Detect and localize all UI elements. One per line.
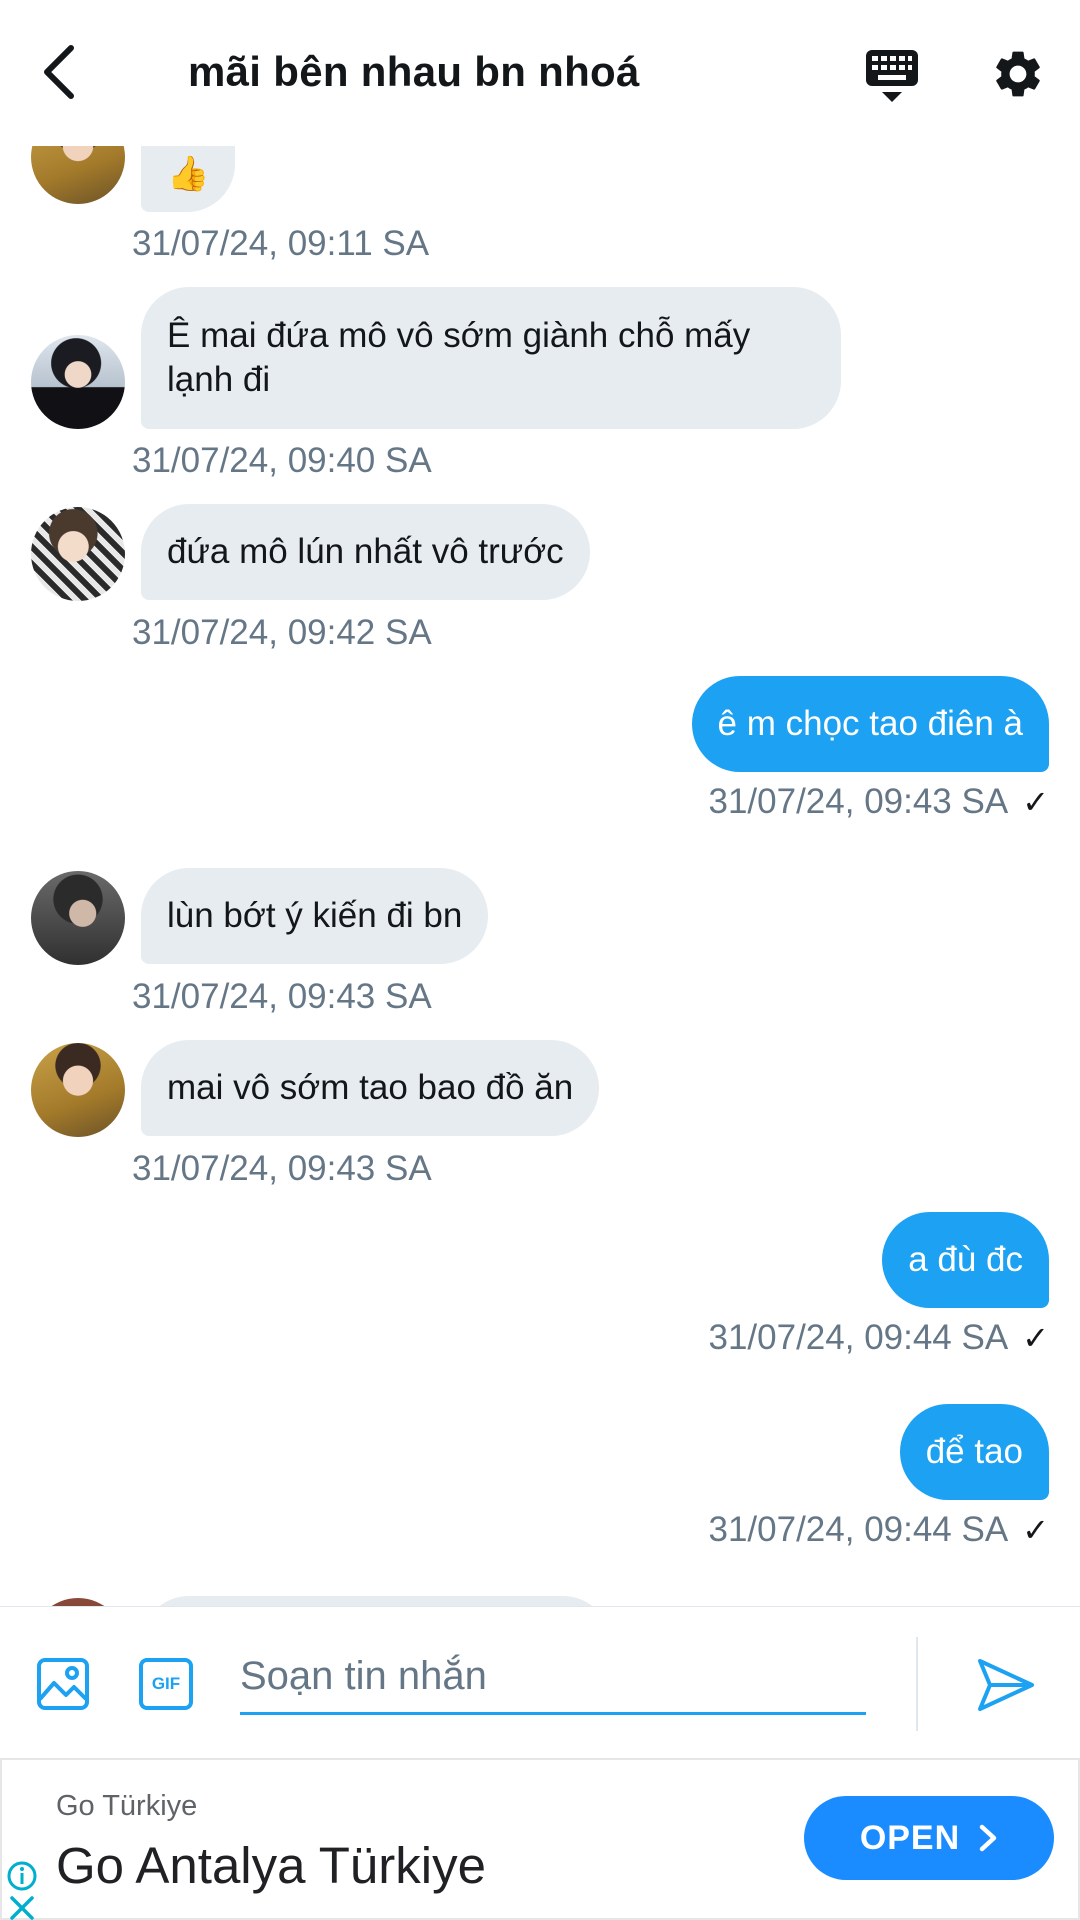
avatar[interactable] [31,146,125,204]
message-bubble-incoming[interactable] [141,1596,611,1606]
gif-button[interactable]: GIF [138,1657,194,1711]
message-input[interactable] [240,1641,866,1715]
chevron-left-icon [44,45,74,99]
message-text: 👍 [167,155,210,193]
message-bubble-incoming[interactable]: đứa mô lún nhất vô trước [141,504,590,600]
message-text: ê m chọc tao điên à [717,704,1023,743]
avatar[interactable] [31,335,125,429]
keyboard-button[interactable] [862,46,922,106]
read-check-icon: ✓ [1022,1512,1049,1548]
ad-headline: Go Antalya Türkiye [56,1837,486,1894]
gear-icon [996,51,1040,97]
send-icon [978,1659,1034,1711]
message-timestamp: 31/07/24, 09:40 SA [132,441,432,480]
message-timestamp: 31/07/24, 09:43 SA [132,977,432,1016]
read-check-icon: ✓ [1022,1320,1049,1356]
send-button[interactable] [976,1657,1036,1713]
chat-title: mãi bên nhau bn nhoá [188,48,640,95]
gif-label: GIF [151,1674,181,1693]
message-bubble-incoming[interactable]: Ê mai đứa mô vô sớm giành chỗ mấy lạnh đ… [141,287,841,429]
message-timestamp: 31/07/24, 09:43 SA ✓ [709,782,1050,822]
avatar[interactable] [31,871,125,965]
avatar[interactable] [31,507,125,601]
avatar[interactable] [31,1598,125,1606]
ad-banner[interactable]: Go Türkiye Go Antalya Türkiye OPEN [0,1758,1080,1920]
message-list[interactable]: 👍 31/07/24, 09:11 SA Ê mai đứa mô vô sớm… [0,146,1080,1606]
read-check-icon: ✓ [1022,784,1049,820]
timestamp-text: 31/07/24, 09:44 SA [708,1510,1009,1549]
message-bubble-incoming[interactable]: mai vô sớm tao bao đồ ăn [141,1040,600,1136]
timestamp-text: 31/07/24, 09:43 SA [708,782,1009,821]
chevron-right-icon [979,1824,997,1852]
message-bubble-outgoing[interactable]: ê m chọc tao điên à [691,676,1049,772]
timestamp-text: 31/07/24, 09:44 SA [708,1318,1009,1357]
message-text: a đù đc [908,1240,1023,1279]
message-text: lùn bớt ý kiến đi bn [167,896,463,935]
close-icon[interactable] [6,1896,38,1920]
avatar[interactable] [31,1043,125,1137]
message-timestamp: 31/07/24, 09:42 SA [132,613,432,652]
image-icon [37,1658,89,1710]
message-text: Ê mai đứa mô vô sớm giành chỗ mấy lạnh đ… [167,316,751,399]
keyboard-icon [866,50,918,102]
message-timestamp: 31/07/24, 09:11 SA [132,224,430,263]
ad-open-button[interactable]: OPEN [804,1796,1054,1880]
message-text: để tao [925,1432,1023,1471]
message-timestamp: 31/07/24, 09:44 SA ✓ [709,1318,1050,1358]
settings-button[interactable] [990,46,1046,102]
message-composer: GIF [0,1606,1080,1756]
message-bubble-outgoing[interactable]: a đù đc [882,1212,1049,1308]
message-bubble-outgoing[interactable]: để tao [899,1404,1049,1500]
message-timestamp: 31/07/24, 09:44 SA ✓ [709,1510,1050,1550]
message-bubble-incoming[interactable]: lùn bớt ý kiến đi bn [141,868,489,964]
message-timestamp: 31/07/24, 09:43 SA [132,1149,432,1188]
composer-divider [916,1637,918,1731]
message-text: mai vô sớm tao bao đồ ăn [167,1068,574,1107]
chat-header: mãi bên nhau bn nhoá [0,0,1080,146]
ad-brand: Go Türkiye [56,1790,198,1822]
back-button[interactable] [36,44,80,100]
info-icon[interactable] [6,1860,38,1892]
message-bubble-incoming[interactable]: 👍 [141,146,236,212]
ad-open-label: OPEN [859,1818,961,1857]
attach-image-button[interactable] [36,1657,90,1711]
message-text: đứa mô lún nhất vô trước [167,532,564,571]
